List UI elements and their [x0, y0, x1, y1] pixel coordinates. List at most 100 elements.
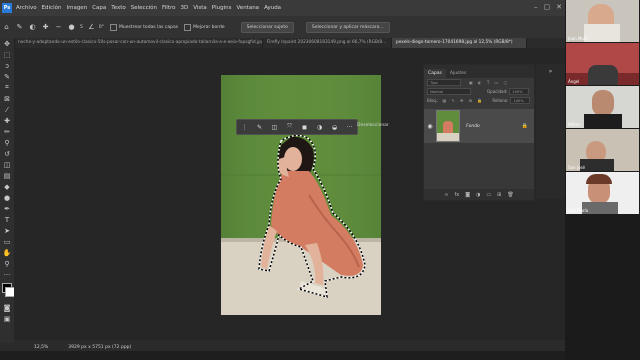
document-canvas[interactable]	[221, 75, 381, 315]
angle-value[interactable]: 0°	[99, 25, 104, 30]
new-layer-icon[interactable]: ⊞	[497, 192, 501, 198]
options-bar: ⌂ ✎ ◐ ✚ − ● 5 ∠ 0° Muestrear todas las c…	[0, 16, 565, 39]
gradient-tool-icon[interactable]: ▤	[0, 170, 14, 181]
marquee-tool-icon[interactable]: ⬚	[0, 49, 14, 60]
tab-document-1[interactable]: noche-y-adoptando-un-estilo-clasico-50s-…	[14, 38, 263, 48]
brush-size-value[interactable]: 5	[80, 25, 83, 30]
enhance-edge-checkbox[interactable]	[184, 23, 192, 31]
layer-kind-select[interactable]: Tipo	[427, 79, 461, 86]
path-selection-icon[interactable]: ➤	[0, 225, 14, 236]
menu-imagen[interactable]: Imagen	[66, 5, 87, 11]
tab-adjustments[interactable]: Ajustes	[446, 69, 470, 78]
filter-icons[interactable]: ▣ ◐ T ▭ ▢	[469, 80, 509, 85]
window-controls[interactable]: –▢✕	[534, 3, 568, 11]
select-brush-icon[interactable]: ✎	[252, 121, 267, 133]
quick-selection-tool-icon[interactable]: ✎	[15, 23, 24, 32]
fill-value[interactable]: 100%	[510, 97, 531, 104]
participant-tile[interactable]: San José	[566, 129, 639, 171]
menu-archivo[interactable]: Archivo	[16, 5, 37, 11]
color-swatches[interactable]	[0, 280, 15, 302]
rectangle-tool-icon[interactable]: ▭	[0, 236, 14, 247]
layers-panel-footer: ∞ fx ◙ ◑ ▭ ⊞ 🗑	[424, 189, 534, 200]
menu-capa[interactable]: Capa	[92, 5, 106, 11]
participant-tile[interactable]: Ángel	[566, 43, 639, 85]
mask-icon[interactable]: ◼	[297, 121, 312, 133]
more-options-icon[interactable]: ···	[342, 121, 357, 133]
sample-all-layers-label: Muestrear todas las capas	[119, 24, 179, 30]
pen-tool-icon[interactable]: ✒	[0, 203, 14, 214]
layer-name[interactable]: Fondo	[466, 124, 522, 129]
quick-selection-tool-icon[interactable]: ✎	[0, 71, 14, 82]
opacity-value[interactable]: 100%	[509, 88, 530, 95]
fill-icon[interactable]: ◒	[327, 121, 342, 133]
visibility-eye-icon[interactable]: ◉	[424, 123, 436, 130]
blend-row: Normal Opacidad: 100%	[424, 87, 534, 96]
new-group-icon[interactable]: ▭	[486, 192, 491, 198]
layer-lock-icon: 🔒	[521, 123, 528, 129]
menu-plugins[interactable]: Plugins	[212, 5, 232, 11]
clone-stamp-icon[interactable]: ⚲	[0, 137, 14, 148]
menu-edicion[interactable]: Edición	[42, 5, 62, 11]
subtract-selection-icon[interactable]: −	[54, 23, 63, 32]
transform-icon[interactable]: ⤧	[282, 121, 297, 133]
screen-mode-icon[interactable]: ▣	[0, 313, 14, 324]
healing-brush-icon[interactable]: ✚	[0, 115, 14, 126]
document-tabs: noche-y-adoptando-un-estilo-clasico-50s-…	[14, 38, 565, 48]
layer-style-icon[interactable]: fx	[454, 192, 459, 198]
panel-collapse-icon[interactable]: »	[536, 68, 565, 75]
eyedropper-tool-icon[interactable]: ⁄	[0, 104, 14, 115]
brush-tool-icon[interactable]: ✏	[0, 126, 14, 137]
status-bar: 12,5% 3929 px x 5751 px (72 ppp)	[0, 343, 565, 351]
history-brush-icon[interactable]: ↺	[0, 148, 14, 159]
select-subject-button[interactable]: Seleccionar sujeto	[240, 21, 294, 33]
menu-texto[interactable]: Texto	[111, 5, 126, 11]
crop-tool-icon[interactable]: ⌗	[0, 82, 14, 93]
tab-layers[interactable]: Capas	[424, 69, 446, 78]
menu-seleccion[interactable]: Selección	[131, 5, 157, 11]
menu-ventana[interactable]: Ventana	[236, 5, 259, 11]
participant-tile[interactable]: Wilton	[566, 86, 639, 128]
tab-document-3[interactable]: pexels-diego-tornero-17041698.jpg al 12,…	[392, 38, 527, 48]
document-info[interactable]: 3929 px x 5751 px (72 ppp)	[68, 345, 131, 350]
brush-size-icon[interactable]: ●	[67, 23, 76, 32]
select-and-mask-button[interactable]: Seleccionar y aplicar máscara...	[305, 21, 390, 33]
sample-all-layers-checkbox[interactable]	[110, 23, 117, 31]
adjustment-icon[interactable]: ◑	[312, 121, 327, 133]
lock-label: Bloq.:	[427, 98, 439, 103]
menu-vista[interactable]: Vista	[193, 5, 207, 11]
new-selection-icon[interactable]: ◐	[28, 23, 37, 32]
hand-tool-icon[interactable]: ✋	[0, 247, 14, 258]
drag-handle-icon[interactable]: ⋮	[237, 121, 252, 133]
photoshop-logo[interactable]: Ps	[2, 3, 12, 13]
lock-icons[interactable]: ▦ ✎ ✥ ⊠ 🔒	[442, 98, 484, 103]
frame-tool-icon[interactable]: ⊠	[0, 93, 14, 104]
menu-ayuda[interactable]: Ayuda	[264, 5, 281, 11]
quick-mask-icon[interactable]: ◙	[0, 302, 14, 313]
zoom-tool-icon[interactable]: ⚲	[0, 258, 14, 269]
deselect-button[interactable]: Deseleccionar	[357, 123, 389, 128]
more-tools-icon[interactable]: ···	[0, 269, 14, 280]
tab-document-2[interactable]: Firefly Inpaint 20230608183149.png al 66…	[263, 38, 392, 48]
menu-3d[interactable]: 3D	[180, 5, 188, 11]
menu-filtro[interactable]: Filtro	[162, 5, 175, 11]
participant-tile[interactable]: Ana María	[566, 172, 639, 214]
dodge-tool-icon[interactable]: ●	[0, 192, 14, 203]
type-tool-icon[interactable]: T	[0, 214, 14, 225]
participant-name: Juan Muñi	[568, 36, 588, 41]
add-selection-icon[interactable]: ✚	[41, 23, 50, 32]
eraser-tool-icon[interactable]: ◫	[0, 159, 14, 170]
lasso-tool-icon[interactable]: ↄ	[0, 60, 14, 71]
add-mask-icon[interactable]: ◙	[465, 192, 470, 198]
modify-selection-icon[interactable]: ◫	[267, 121, 282, 133]
adjustment-layer-icon[interactable]: ◑	[476, 192, 480, 198]
move-tool-icon[interactable]: ✥	[0, 38, 14, 49]
menu-bar: Ps Archivo Edición Imagen Capa Texto Sel…	[0, 0, 565, 16]
blur-tool-icon[interactable]: ◆	[0, 181, 14, 192]
participant-tile[interactable]: Juan Muñi	[566, 0, 639, 42]
layer-row-background[interactable]: ◉ Fondo 🔒	[424, 109, 534, 143]
link-layers-icon[interactable]: ∞	[444, 192, 448, 198]
zoom-level[interactable]: 12,5%	[34, 345, 48, 350]
home-icon[interactable]: ⌂	[2, 23, 11, 32]
blend-mode-select[interactable]: Normal	[427, 88, 471, 95]
delete-layer-icon[interactable]: 🗑	[507, 192, 513, 198]
